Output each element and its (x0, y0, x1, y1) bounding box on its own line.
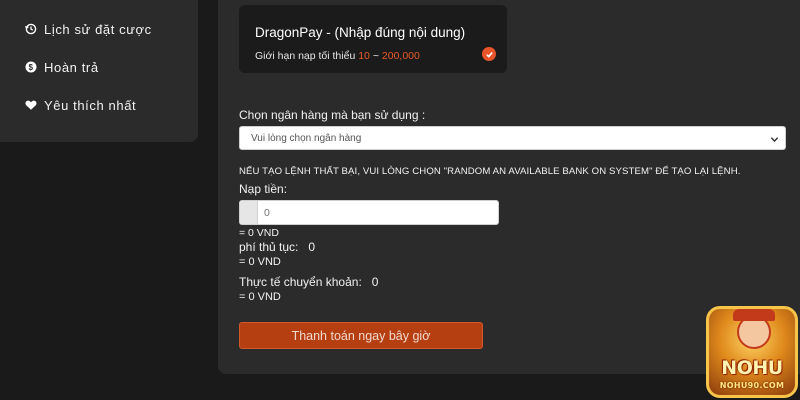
limit-prefix: Giới hạn nạp tối thiểu (255, 50, 356, 62)
deposit-label: Nạp tiền: (239, 182, 288, 196)
sidebar-item-refund[interactable]: $ Hoàn trả (25, 57, 99, 77)
fee-value: 0 (308, 240, 316, 254)
deposit-converted: = 0 VND (239, 227, 279, 239)
pay-now-button[interactable]: Thanh toán ngay bây giờ (239, 322, 483, 349)
chevron-down-icon (770, 137, 779, 143)
payment-method-title: DragonPay - (Nhập đúng nội dung) (255, 25, 466, 40)
history-icon (25, 23, 37, 35)
sidebar-item-label: Yêu thích nhất (44, 97, 137, 113)
dollar-coin-icon: $ (25, 61, 37, 73)
amount-input-group (239, 200, 499, 225)
logo-domain: NOHU90.COM (719, 381, 785, 390)
actual-row: Thực tế chuyển khoản: 0 (239, 275, 378, 289)
actual-converted: = 0 VND (239, 291, 281, 303)
limit-min: 10 (358, 50, 370, 62)
fee-converted: = 0 VND (239, 256, 281, 268)
actual-value: 0 (371, 275, 379, 289)
limit-max: 200,000 (381, 50, 420, 62)
sidebar: Lịch sử đặt cược $ Hoàn trả Yêu thích nh… (0, 0, 198, 142)
bank-label: Chọn ngân hàng mà bạn sử dụng : (239, 108, 426, 122)
actual-label: Thực tế chuyển khoản: (239, 275, 362, 289)
sidebar-item-label: Hoàn trả (44, 59, 99, 75)
heart-icon (25, 99, 37, 111)
payment-limit: Giới hạn nạp tối thiểu 10 ~ 200,000 (255, 50, 420, 62)
bank-select-value: Vui lòng chọn ngân hàng (251, 133, 362, 144)
limit-separator: ~ (372, 50, 379, 62)
check-circle-icon (482, 47, 496, 61)
sidebar-item-label: Lịch sử đặt cược (44, 21, 152, 37)
sidebar-item-bet-history[interactable]: Lịch sử đặt cược (25, 19, 152, 39)
sidebar-item-favorites[interactable]: Yêu thích nhất (25, 95, 136, 115)
nohu-logo: NOHU NOHU90.COM (706, 306, 798, 398)
warning-text: NẾU TẠO LỆNH THẤT BẠI, VUI LÒNG CHỌN "RA… (239, 166, 741, 177)
mascot-hat (733, 309, 775, 321)
fee-label: phí thủ tục: (239, 240, 299, 254)
amount-input[interactable] (264, 205, 484, 221)
svg-text:$: $ (28, 63, 33, 72)
logo-wordmark: NOHU (721, 357, 783, 379)
bank-select[interactable]: Vui lòng chọn ngân hàng (239, 126, 786, 150)
amount-addon (240, 201, 258, 224)
payment-method-card[interactable]: DragonPay - (Nhập đúng nội dung) Giới hạ… (239, 5, 507, 73)
fee-row: phí thủ tục: 0 (239, 240, 315, 254)
